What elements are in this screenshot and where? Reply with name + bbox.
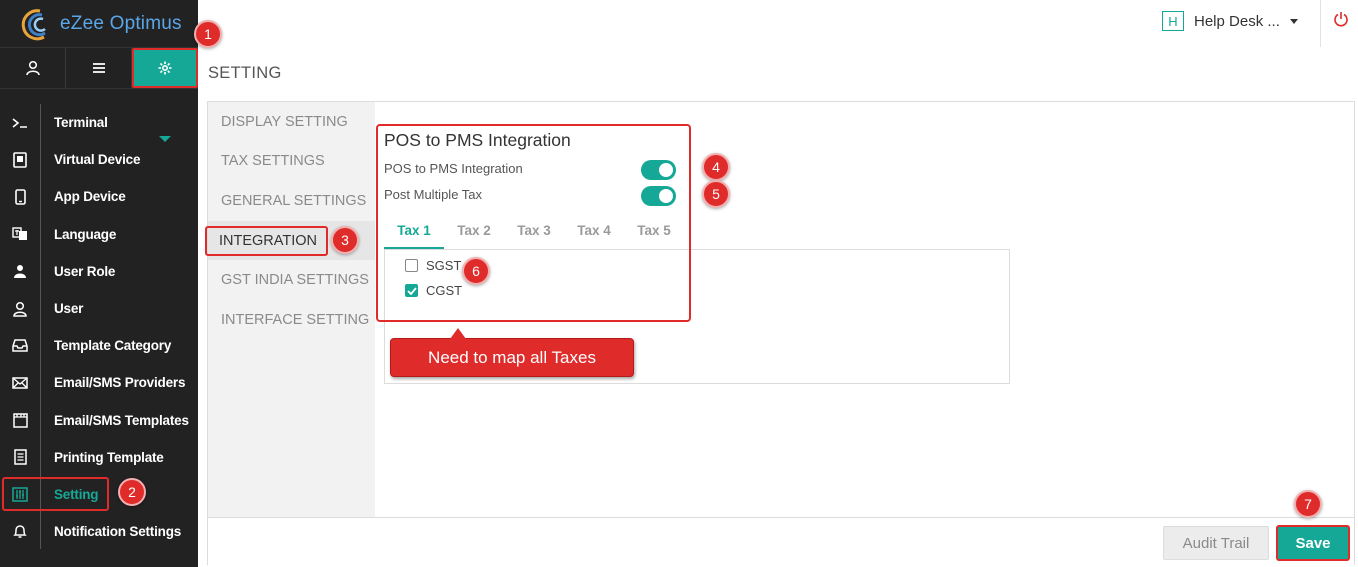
sidebar-item-label: Email/SMS Templates (54, 412, 189, 428)
list-icon (92, 63, 105, 73)
sidebar-item-notification-settings[interactable]: Notification Settings (0, 513, 198, 550)
bell-icon (13, 525, 27, 538)
subnav-interface-setting[interactable]: INTERFACE SETTING (208, 300, 375, 340)
user-role-icon (14, 265, 26, 279)
sidebar-item-app-device[interactable]: App Device (0, 178, 198, 215)
inbox-icon (12, 339, 28, 352)
toggle-label-pos-pms: POS to PMS Integration (384, 161, 523, 176)
sidebar-item-printing-template[interactable]: Printing Template (0, 439, 198, 476)
logout-button[interactable] (1333, 11, 1349, 32)
envelope-icon (12, 377, 28, 389)
sidebar-item-email-sms-providers[interactable]: Email/SMS Providers (0, 364, 198, 401)
section-title: POS to PMS Integration (384, 130, 571, 150)
sidebar-item-terminal[interactable]: Terminal (0, 104, 198, 141)
sidebar-item-email-sms-templates[interactable]: Email/SMS Templates (0, 402, 198, 439)
check-icon (406, 286, 417, 295)
sidebar-item-user-role[interactable]: User Role (0, 253, 198, 290)
top-tabs (0, 47, 198, 89)
help-desk-dropdown[interactable]: H Help Desk ... (1162, 11, 1298, 31)
tab-tax-3[interactable]: Tax 3 (504, 215, 564, 249)
audit-trail-button[interactable]: Audit Trail (1163, 526, 1269, 560)
step-badge-6: 6 (462, 257, 490, 285)
sidebar-item-label: Template Category (54, 338, 172, 354)
subnav-display-setting[interactable]: DISPLAY SETTING (208, 102, 375, 142)
subnav-general-settings[interactable]: GENERAL SETTINGS (208, 181, 375, 221)
sidebar-item-label: User (54, 301, 84, 317)
sidebar-item-label: Printing Template (54, 449, 164, 465)
sidebar-item-label: Email/SMS Providers (54, 375, 186, 391)
chevron-down-icon (1289, 18, 1298, 24)
user-icon (25, 60, 40, 76)
step-badge-4: 4 (702, 153, 730, 181)
step-badge-7: 7 (1294, 490, 1322, 518)
top-header: H Help Desk ... (198, 0, 1358, 47)
sidebar-item-virtual-device[interactable]: Virtual Device (0, 141, 198, 178)
sidebar-item-user[interactable]: User (0, 290, 198, 327)
terminal-icon (12, 117, 27, 128)
tab-user[interactable] (0, 48, 66, 88)
subnav-gst-india-settings[interactable]: GST INDIA SETTINGS (208, 260, 375, 300)
app-name: eZee Optimus (60, 12, 182, 34)
subnav-integration-label: INTEGRATION (205, 225, 329, 256)
step-badge-2: 2 (118, 478, 146, 506)
save-button[interactable]: Save (1276, 525, 1350, 561)
annotation-callout: Need to map all Taxes (390, 328, 634, 377)
help-desk-icon: H (1162, 11, 1184, 31)
virtual-device-icon (13, 151, 27, 168)
toggle-post-multiple-tax[interactable] (641, 186, 676, 206)
tax-tabs: Tax 1 Tax 2 Tax 3 Tax 4 Tax 5 (384, 215, 684, 249)
power-icon (1334, 12, 1348, 27)
sidebar-item-label: Virtual Device (54, 152, 141, 168)
settings-subnav: DISPLAY SETTING TAX SETTINGS GENERAL SET… (205, 102, 375, 517)
tab-tax-1[interactable]: Tax 1 (384, 215, 444, 249)
sidebar: eZee Optimus Terminal Virtual Device App… (0, 0, 198, 567)
page-title: SETTING (208, 64, 282, 82)
sidebar-item-label: Notification Settings (54, 524, 182, 540)
tab-tax-5[interactable]: Tax 5 (624, 215, 684, 249)
gear-icon (158, 61, 172, 75)
sidebar-item-label: Terminal (54, 115, 108, 131)
toggle-pos-pms-integration[interactable] (641, 160, 676, 180)
sidebar-item-template-category[interactable]: Template Category (0, 327, 198, 364)
sidebar-item-label: User Role (54, 263, 116, 279)
sliders-icon (12, 487, 28, 502)
tax-option-cgst[interactable]: CGST (405, 283, 462, 298)
film-icon (12, 412, 28, 428)
header-divider (1320, 0, 1321, 47)
panel-footer: Audit Trail Save (208, 517, 1354, 565)
sidebar-item-label: App Device (54, 189, 126, 205)
step-badge-1: 1 (194, 20, 222, 48)
logo-icon (18, 7, 56, 41)
checkbox-sgst[interactable] (405, 259, 418, 272)
sidebar-item-label: Setting (54, 486, 99, 502)
sidebar-item-language[interactable]: Language (0, 216, 198, 253)
checkbox-cgst[interactable] (405, 284, 418, 297)
toggle-label-multiple-tax: Post Multiple Tax (384, 187, 483, 202)
user-icon (13, 301, 27, 317)
sidebar-item-label: Language (54, 226, 117, 242)
sidebar-menu: Terminal Virtual Device App Device Langu… (0, 104, 198, 550)
tab-menu[interactable] (66, 48, 132, 88)
app-device-icon (14, 189, 26, 205)
tax-label-cgst: CGST (426, 283, 463, 298)
help-desk-label: Help Desk ... (1194, 12, 1280, 30)
printer-icon (13, 449, 27, 466)
subnav-tax-settings[interactable]: TAX SETTINGS (208, 142, 375, 182)
language-icon (12, 227, 27, 241)
tab-settings[interactable] (132, 48, 198, 88)
tab-tax-4[interactable]: Tax 4 (564, 215, 624, 249)
step-badge-5: 5 (702, 180, 730, 208)
tax-option-sgst[interactable]: SGST (405, 258, 461, 273)
tax-label-sgst: SGST (426, 258, 462, 273)
app-logo[interactable]: eZee Optimus (0, 0, 198, 47)
sidebar-item-setting[interactable]: Setting (0, 476, 198, 513)
step-badge-3: 3 (331, 226, 359, 254)
tab-tax-2[interactable]: Tax 2 (444, 215, 504, 249)
